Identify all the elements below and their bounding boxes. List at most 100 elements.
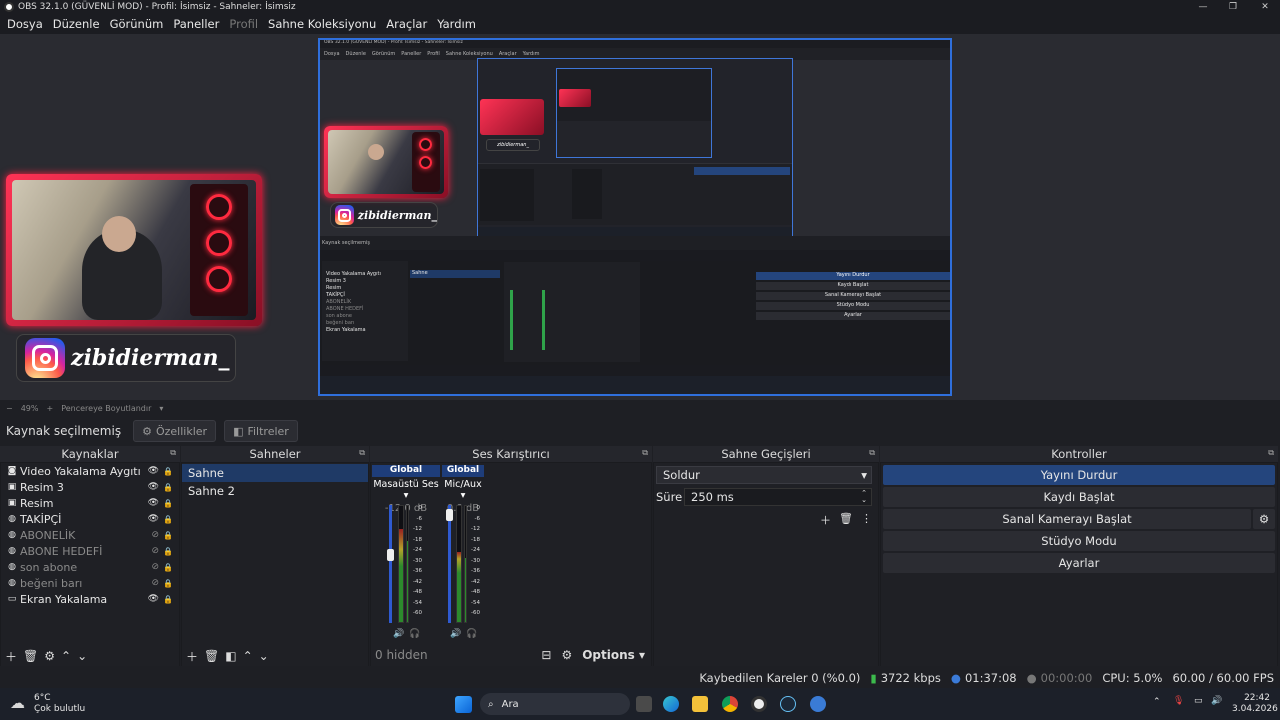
cloud-icon[interactable]: ☁	[10, 694, 30, 714]
menu-edit[interactable]: Düzenle	[48, 17, 105, 31]
properties-button[interactable]: ⚙ Özellikler	[133, 420, 217, 442]
menu-view[interactable]: Görünüm	[105, 17, 169, 31]
steam-icon[interactable]	[780, 696, 796, 712]
visibility-eye-icon[interactable]: 👁	[148, 594, 159, 604]
source-item[interactable]: ◍ beğeni barı ⊘ 🔒	[1, 575, 179, 591]
lock-icon[interactable]: 🔒	[163, 483, 173, 492]
options-button[interactable]: Options ▾	[582, 648, 645, 662]
source-item[interactable]: ◍ ABONE HEDEFİ ⊘ 🔒	[1, 543, 179, 559]
scene-item[interactable]: Sahne	[182, 464, 368, 482]
source-item[interactable]: ▣ Resim 3 👁 🔒	[1, 479, 179, 495]
gear-icon[interactable]: ⚙	[44, 649, 55, 663]
menu-docks[interactable]: Paneller	[168, 17, 224, 31]
zoom-out-button[interactable]: −	[6, 404, 13, 413]
start-virtual-camera-button[interactable]: Sanal Kamerayı Başlat	[883, 509, 1251, 529]
hidden-eye-icon[interactable]: ⊘	[151, 578, 159, 588]
hidden-eye-icon[interactable]: ⊘	[151, 562, 159, 572]
move-down-icon[interactable]: ⌄	[259, 649, 269, 663]
virtual-camera-settings-icon[interactable]: ⚙	[1253, 509, 1275, 529]
app-icon[interactable]	[810, 696, 826, 712]
zoom-mode-select[interactable]: Pencereye Boyutlandır	[61, 404, 151, 413]
speaker-icon[interactable]: 🔊	[450, 629, 461, 639]
trash-icon[interactable]: 🗑	[839, 512, 853, 528]
minimize-button[interactable]: —	[1188, 0, 1218, 14]
preview-canvas[interactable]: zibidierman_ OBS 32.1.0 (GÜVENLİ MOD) - …	[0, 34, 1280, 400]
float-icon[interactable]: ⧉	[170, 448, 176, 458]
layout-icon[interactable]: ⊟	[541, 648, 551, 662]
headphones-icon[interactable]: 🎧	[409, 629, 420, 639]
close-button[interactable]: ✕	[1250, 0, 1280, 14]
visibility-eye-icon[interactable]: 👁	[148, 482, 159, 492]
network-icon[interactable]: ▭	[1194, 696, 1203, 706]
visibility-eye-icon[interactable]: 👁	[148, 514, 159, 524]
move-up-icon[interactable]: ⌃	[61, 649, 71, 663]
menu-tools[interactable]: Araçlar	[381, 17, 432, 31]
advanced-audio-icon[interactable]: ⚙	[561, 648, 572, 662]
more-vertical-icon[interactable]: ⋮	[861, 512, 872, 528]
source-item[interactable]: ▭ Ekran Yakalama 👁 🔒	[1, 591, 179, 607]
visibility-eye-icon[interactable]: 👁	[148, 466, 159, 476]
hidden-eye-icon[interactable]: ⊘	[151, 546, 159, 556]
lock-icon[interactable]: 🔒	[163, 579, 173, 588]
spin-arrows-icon[interactable]: ⌃ ⌄	[861, 490, 867, 504]
scene-item[interactable]: Sahne 2	[182, 482, 368, 500]
duration-spinbox[interactable]: 250 ms ⌃ ⌄	[684, 488, 872, 506]
add-scene-icon[interactable]: ＋	[186, 648, 198, 665]
speaker-icon[interactable]: 🔊	[393, 629, 404, 639]
microphone-icon[interactable]: 🎙	[1173, 696, 1184, 706]
menu-scene-collection[interactable]: Sahne Koleksiyonu	[263, 17, 381, 31]
add-source-icon[interactable]: ＋	[5, 648, 17, 665]
taskbar-search[interactable]: ⌕ Ara	[480, 693, 630, 715]
zoom-in-button[interactable]: +	[46, 404, 53, 413]
move-down-icon[interactable]: ⌄	[77, 649, 87, 663]
lock-icon[interactable]: 🔒	[163, 531, 173, 540]
lock-icon[interactable]: 🔒	[163, 547, 173, 556]
lock-icon[interactable]: 🔒	[163, 499, 173, 508]
channel-name[interactable]: Mic/Aux ▾	[442, 479, 484, 501]
volume-icon[interactable]: 🔊	[1211, 696, 1222, 706]
transition-select[interactable]: Soldur ▾	[656, 466, 872, 484]
clock-date[interactable]: 3.04.2026	[1232, 704, 1278, 715]
filter-icon[interactable]: ◧	[225, 649, 236, 663]
lock-icon[interactable]: 🔒	[163, 467, 173, 476]
menu-profile[interactable]: Profil	[224, 17, 263, 31]
channel-name[interactable]: Masaüstü Ses ▾	[372, 479, 440, 501]
source-item[interactable]: ◙ Video Yakalama Aygıtı 👁 🔒	[1, 463, 179, 479]
edge-icon[interactable]	[663, 696, 679, 712]
stop-streaming-button[interactable]: Yayını Durdur	[883, 465, 1275, 485]
menu-help[interactable]: Yardım	[432, 17, 481, 31]
lock-icon[interactable]: 🔒	[163, 595, 173, 604]
studio-mode-button[interactable]: Stüdyo Modu	[883, 531, 1275, 551]
fader-knob[interactable]	[446, 509, 453, 521]
add-transition-icon[interactable]: ＋	[820, 512, 831, 528]
filters-button[interactable]: ◧ Filtreler	[224, 420, 298, 442]
lock-icon[interactable]: 🔒	[163, 515, 173, 524]
start-recording-button[interactable]: Kaydı Başlat	[883, 487, 1275, 507]
lock-icon[interactable]: 🔒	[163, 563, 173, 572]
file-explorer-icon[interactable]	[692, 696, 708, 712]
source-item[interactable]: ◍ son abone ⊘ 🔒	[1, 559, 179, 575]
float-icon[interactable]: ⧉	[642, 448, 648, 458]
source-item[interactable]: ◍ ABONELİK ⊘ 🔒	[1, 527, 179, 543]
source-item[interactable]: ◍ TAKİPÇİ 👁 🔒	[1, 511, 179, 527]
fader-knob[interactable]	[387, 549, 394, 561]
volume-fader[interactable]	[448, 505, 451, 623]
visibility-eye-icon[interactable]: 👁	[148, 498, 159, 508]
volume-fader[interactable]	[389, 505, 392, 623]
hidden-eye-icon[interactable]: ⊘	[151, 530, 159, 540]
trash-icon[interactable]: 🗑	[204, 649, 219, 663]
source-item[interactable]: ▣ Resim 👁 🔒	[1, 495, 179, 511]
chrome-icon[interactable]	[722, 696, 738, 712]
clock-time[interactable]: 22:42	[1232, 693, 1270, 704]
float-icon[interactable]: ⧉	[869, 448, 875, 458]
move-up-icon[interactable]: ⌃	[243, 649, 253, 663]
settings-button[interactable]: Ayarlar	[883, 553, 1275, 573]
float-icon[interactable]: ⧉	[1268, 448, 1274, 458]
windows-start-icon[interactable]	[455, 696, 472, 713]
menu-file[interactable]: Dosya	[2, 17, 48, 31]
chevron-up-icon[interactable]: ⌃	[1153, 697, 1161, 707]
task-view-icon[interactable]	[636, 696, 652, 712]
maximize-button[interactable]: ❐	[1218, 0, 1248, 14]
chevron-down-icon[interactable]: ▾	[159, 404, 163, 413]
float-icon[interactable]: ⧉	[359, 448, 365, 458]
